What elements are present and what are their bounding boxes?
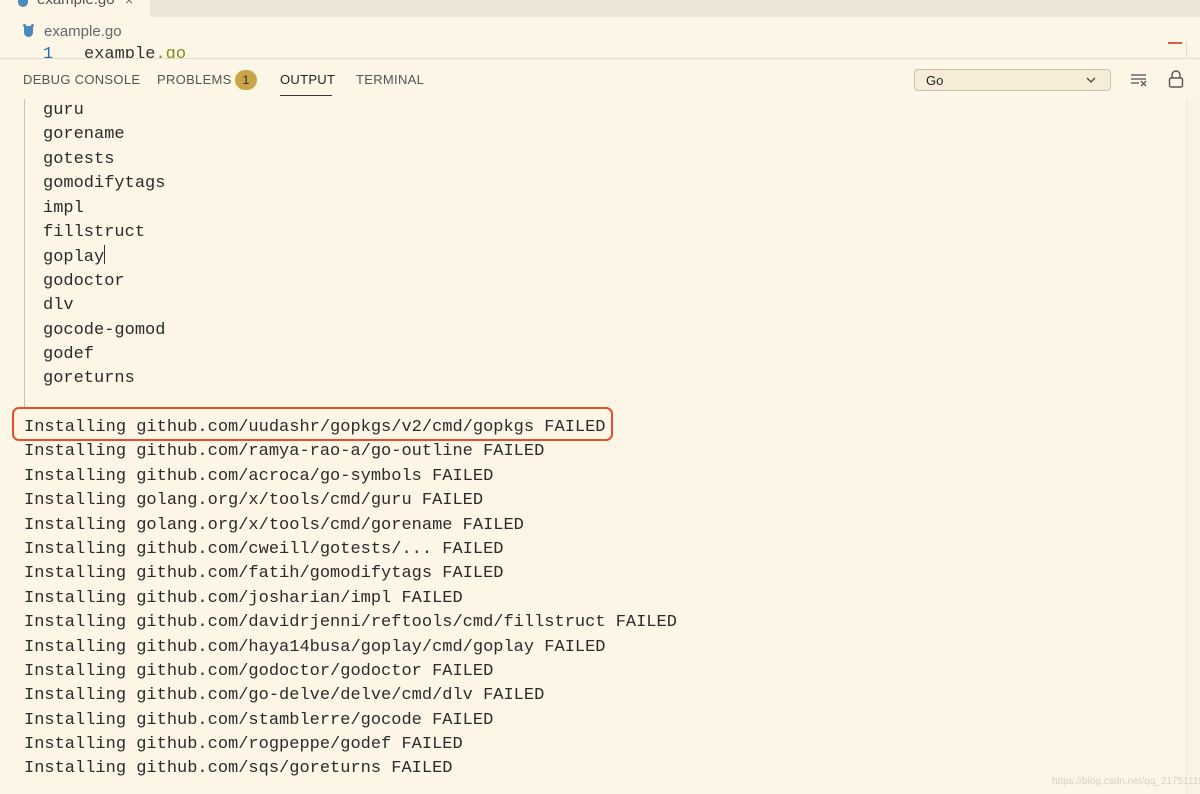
tool-list: guru gorename gotests gomodifytags impl … xyxy=(43,99,165,392)
list-item: gocode-gomod xyxy=(43,320,166,340)
list-item: dlv xyxy=(43,296,74,316)
tab-output[interactable]: OUTPUT xyxy=(280,72,335,87)
install-line: Installing github.com/cweill/gotests/...… xyxy=(24,539,504,559)
tab-problems[interactable]: PROBLEMS xyxy=(157,72,232,87)
list-item-text: goplay xyxy=(43,248,105,268)
install-line: Installing github.com/stamblerre/gocode … xyxy=(24,710,494,730)
editor-tab-bar: example.go × xyxy=(0,0,1200,17)
list-item: guru xyxy=(43,101,84,120)
list-item: godef xyxy=(43,344,95,364)
lock-icon[interactable] xyxy=(1167,69,1185,89)
install-line: Installing github.com/godoctor/godoctor … xyxy=(24,661,494,681)
list-item: impl xyxy=(43,198,84,218)
install-line: Installing github.com/go-delve/delve/cmd… xyxy=(24,686,545,706)
code-text-extension: .go xyxy=(155,45,187,58)
go-file-icon xyxy=(23,23,34,37)
text-cursor xyxy=(104,245,106,265)
list-item: gotests xyxy=(43,149,115,169)
list-item-with-cursor: goplay xyxy=(43,245,165,269)
list-item: goreturns xyxy=(43,369,135,389)
tab-terminal[interactable]: TERMINAL xyxy=(356,72,424,87)
code-text[interactable]: example.go xyxy=(84,45,186,58)
editor-tab-example-go[interactable]: example.go × xyxy=(0,0,150,17)
problems-count-badge: 1 xyxy=(235,70,257,90)
install-line: Installing golang.org/x/tools/cmd/guru F… xyxy=(24,491,484,511)
code-text-name: example xyxy=(84,45,156,58)
list-item: godoctor xyxy=(43,271,125,291)
install-line: Installing github.com/josharian/impl FAI… xyxy=(24,588,463,608)
breadcrumb-file[interactable]: example.go xyxy=(44,23,122,40)
line-number: 1 xyxy=(43,45,54,58)
install-line: Installing github.com/davidrjenni/reftoo… xyxy=(24,613,677,633)
list-item: fillstruct xyxy=(43,222,146,242)
breadcrumb: example.go xyxy=(23,21,122,41)
go-file-icon xyxy=(18,0,28,7)
install-line: Installing github.com/ramya-rao-a/go-out… xyxy=(24,442,545,462)
install-line: Installing github.com/fatih/gomodifytags… xyxy=(24,564,504,584)
install-line: Installing github.com/acroca/go-symbols … xyxy=(24,466,494,486)
overview-ruler-marker xyxy=(1168,42,1182,44)
list-item: gorename xyxy=(43,125,125,145)
tab-debug-console[interactable]: DEBUG CONSOLE xyxy=(23,72,140,87)
chevron-down-icon xyxy=(1086,77,1096,83)
list-item: gomodifytags xyxy=(43,174,166,194)
indent-guide xyxy=(24,99,25,409)
editor-tab-label: example.go xyxy=(37,0,115,8)
highlight-annotation xyxy=(12,407,613,441)
overview-ruler xyxy=(1186,42,1187,58)
install-line: Installing github.com/sqs/goreturns FAIL… xyxy=(24,759,453,779)
install-log: Installing github.com/uudashr/gopkgs/v2/… xyxy=(24,416,677,782)
close-icon[interactable]: × xyxy=(125,0,133,8)
editor-code-line[interactable]: 1 example.go xyxy=(0,42,1200,58)
vertical-scrollbar[interactable] xyxy=(1186,99,1200,794)
install-line: Installing golang.org/x/tools/cmd/gorena… xyxy=(24,515,524,535)
active-tab-indicator xyxy=(280,95,332,96)
output-panel[interactable]: guru gorename gotests gomodifytags impl … xyxy=(0,99,1186,794)
install-line: Installing github.com/haya14busa/goplay/… xyxy=(24,637,606,657)
output-channel-select[interactable]: Go xyxy=(914,69,1111,91)
clear-output-icon[interactable] xyxy=(1129,71,1149,89)
output-channel-value: Go xyxy=(926,73,944,88)
watermark: https://blog.csdn.net/qq_21751119 xyxy=(1052,776,1200,787)
install-line: Installing github.com/rogpeppe/godef FAI… xyxy=(24,735,463,755)
